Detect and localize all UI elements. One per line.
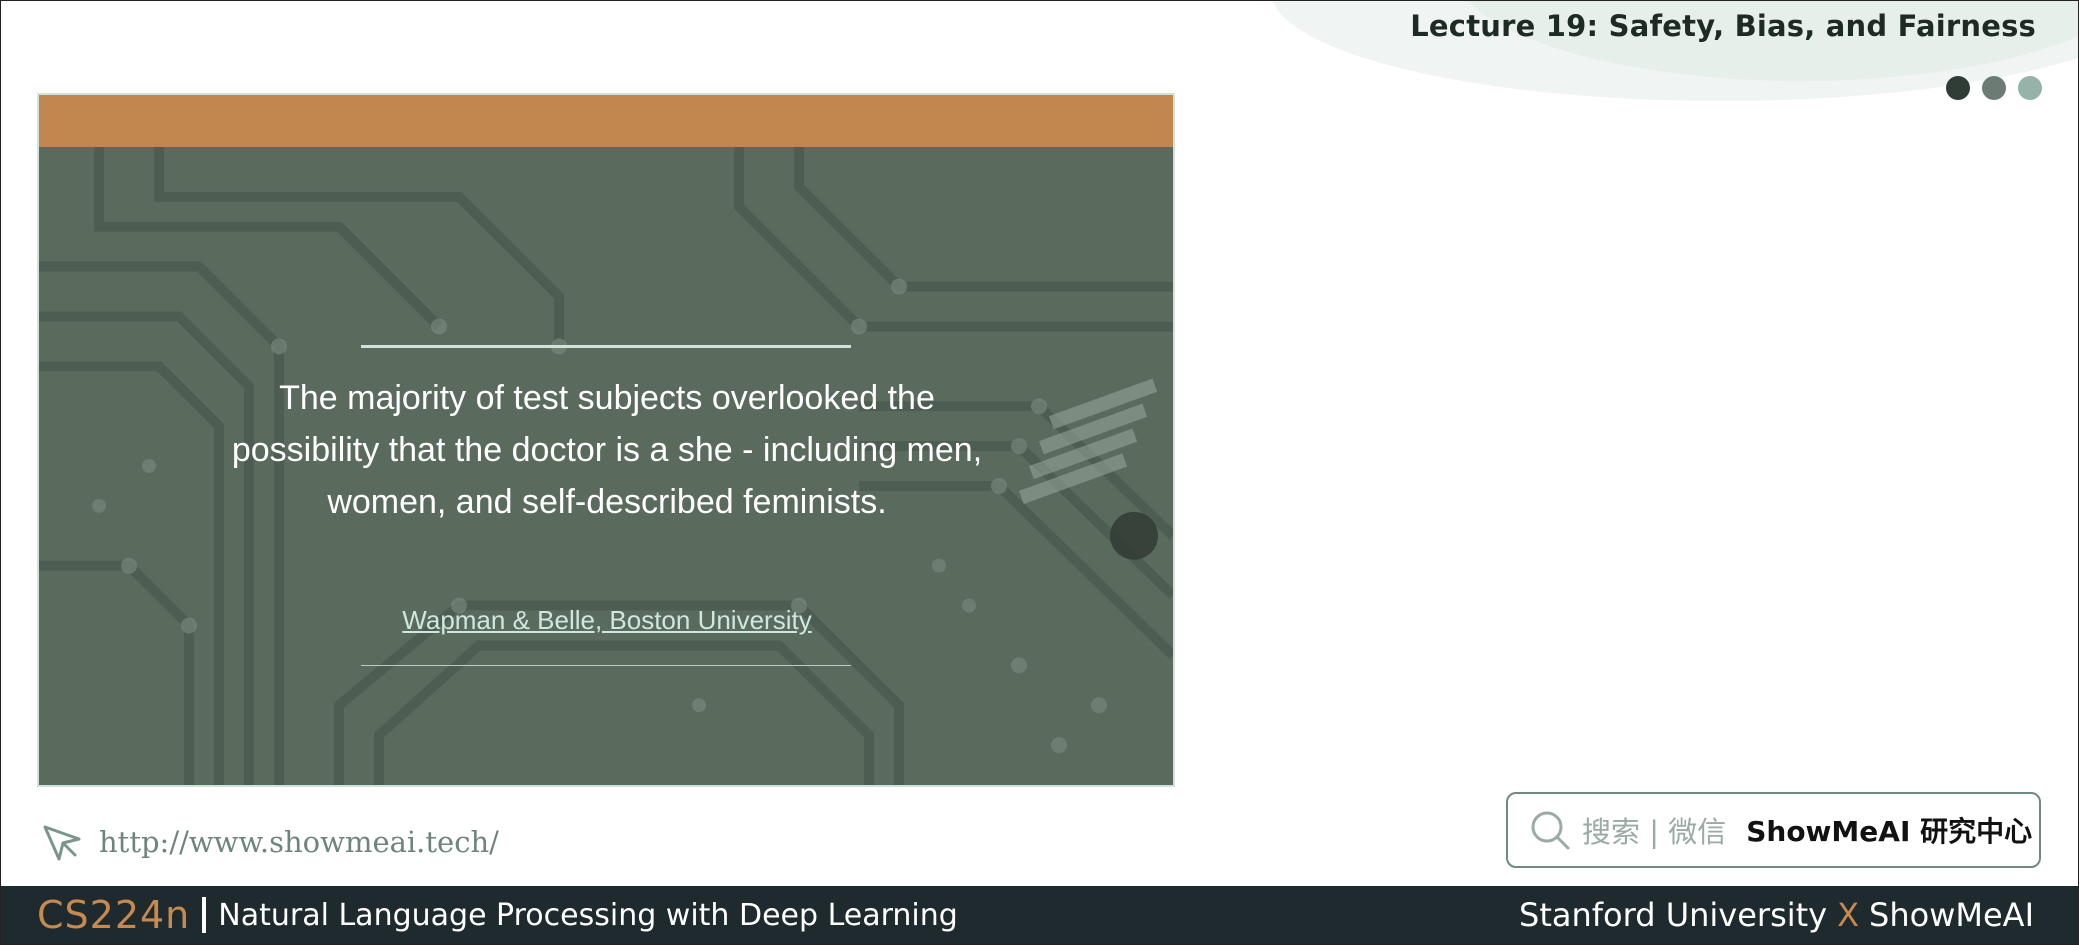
dot-1 bbox=[1946, 76, 1970, 100]
quote-rule-bottom bbox=[361, 665, 851, 666]
footer-brand: ShowMeAI bbox=[1869, 896, 2034, 934]
search-icon bbox=[1531, 811, 1570, 850]
slide-dots bbox=[1946, 76, 2042, 100]
dot-3 bbox=[2018, 76, 2042, 100]
cursor-pointer-icon bbox=[43, 825, 81, 861]
wechat-search-box[interactable]: 搜索 | 微信 ShowMeAI 研究中心 bbox=[1506, 792, 2041, 868]
course-name: Natural Language Processing with Deep Le… bbox=[218, 897, 958, 933]
quote-text: The majority of test subjects overlooked… bbox=[231, 379, 983, 521]
footer-right: Stanford University X ShowMeAI bbox=[1519, 886, 2034, 944]
website-link-row[interactable]: http://www.showmeai.tech/ bbox=[39, 819, 499, 865]
slide-frame: Lecture 19: Safety, Bias, and Fairness T… bbox=[0, 0, 2079, 945]
quote-source-link[interactable]: Wapman & Belle, Boston University bbox=[209, 605, 1005, 636]
course-code: CS224n bbox=[37, 893, 191, 937]
card-top-bar bbox=[39, 95, 1173, 147]
search-hint: 搜索 | 微信 bbox=[1582, 815, 1727, 849]
quote-rule-top bbox=[361, 345, 851, 348]
lecture-title: Lecture 19: Safety, Bias, and Fairness bbox=[1410, 9, 2036, 43]
footer-x: X bbox=[1837, 896, 1860, 934]
university-name: Stanford University bbox=[1519, 896, 1828, 934]
quote-card: The majority of test subjects overlooked… bbox=[37, 93, 1175, 787]
website-url[interactable]: http://www.showmeai.tech/ bbox=[99, 825, 499, 859]
footer-bar: CS224n Natural Language Processing with … bbox=[1, 886, 2078, 944]
dot-2 bbox=[1982, 76, 2006, 100]
footer-separator bbox=[202, 897, 207, 933]
search-brand: ShowMeAI 研究中心 bbox=[1746, 815, 2033, 848]
